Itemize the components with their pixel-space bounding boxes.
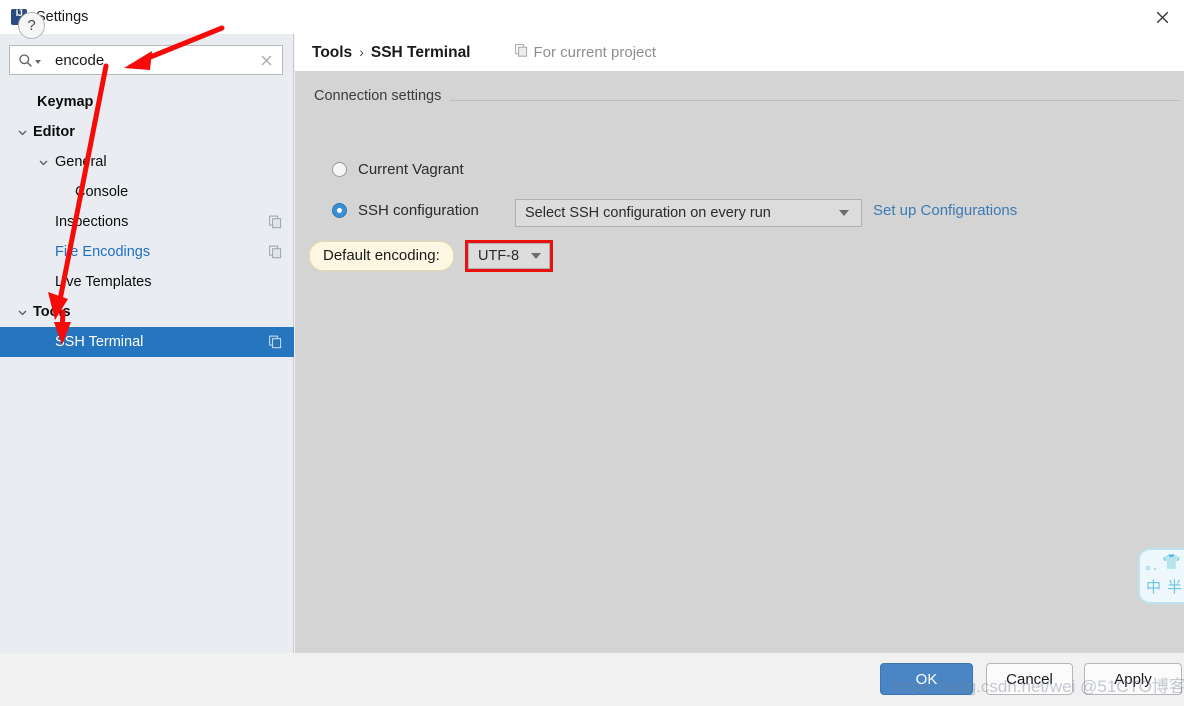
copy-icon[interactable] <box>269 335 282 349</box>
search-filter-caret-icon[interactable] <box>35 60 41 64</box>
ime-shirt-icon[interactable]: 👕 <box>1162 553 1181 571</box>
sidebar-item-label: Editor <box>33 124 75 140</box>
sidebar-item-label: SSH Terminal <box>55 334 144 350</box>
sidebar-item-label: Console <box>75 184 129 200</box>
search-icon <box>18 53 41 68</box>
search-box[interactable] <box>9 45 283 75</box>
default-encoding-dropdown[interactable]: UTF-8 <box>468 243 550 269</box>
copy-icon <box>514 44 528 61</box>
copy-glyph <box>269 215 282 229</box>
sidebar-item-ssh-terminal[interactable]: SSH Terminal <box>0 327 294 357</box>
ssh-configuration-dropdown[interactable]: Select SSH configuration on every run <box>515 199 862 227</box>
chevron-down-icon[interactable] <box>36 155 50 169</box>
radio-label: SSH configuration <box>358 202 479 219</box>
radio-current-vagrant[interactable]: Current Vagrant <box>332 161 464 178</box>
copy-glyph <box>269 335 282 349</box>
sidebar-item-label: General <box>55 154 107 170</box>
close-glyph <box>1156 11 1168 23</box>
sidebar-item-file-encodings[interactable]: File Encodings <box>0 237 294 267</box>
chevron-down-icon <box>531 253 541 259</box>
copy-icon[interactable] <box>269 245 282 259</box>
clear-icon[interactable] <box>254 47 278 73</box>
radio-button-icon[interactable] <box>332 162 347 177</box>
breadcrumb: Tools › SSH Terminal <box>312 44 471 62</box>
ime-char-mode-label[interactable]: 中 <box>1146 576 1161 597</box>
sidebar-item-label: Keymap <box>37 94 94 110</box>
content-header: Tools › SSH Terminal For current project <box>295 34 1184 71</box>
sidebar-item-general[interactable]: General <box>0 147 294 177</box>
ssh-configuration-value: Select SSH configuration on every run <box>525 205 771 221</box>
sidebar-item-console[interactable]: Console <box>0 177 294 207</box>
sidebar-item-inspections[interactable]: Inspections <box>0 207 294 237</box>
chevron-down-icon[interactable] <box>15 125 29 139</box>
ime-dot-small-icon <box>1154 568 1156 570</box>
sidebar-item-label: File Encodings <box>55 244 151 260</box>
radio-button-icon[interactable] <box>332 203 347 218</box>
magnifier-glyph <box>19 53 32 67</box>
breadcrumb-parent[interactable]: Tools <box>312 44 352 61</box>
sidebar-item-editor[interactable]: Editor <box>0 117 294 147</box>
ime-width-mode-label[interactable]: 半 <box>1167 576 1182 597</box>
chevron-glyph <box>18 310 26 315</box>
ime-floating-widget[interactable]: 👕 中 半 <box>1138 548 1184 604</box>
project-scope-label: For current project <box>533 44 657 61</box>
content-panel: Tools › SSH Terminal For current project C… <box>295 34 1184 653</box>
clear-glyph <box>261 55 271 65</box>
settings-dialog: Settings Ke <box>0 0 1184 706</box>
sidebar-item-live-templates[interactable]: Live Templates <box>0 267 294 297</box>
ok-button[interactable]: OK <box>880 663 973 695</box>
search-input[interactable] <box>55 51 254 69</box>
sidebar-item-label: Inspections <box>55 214 129 230</box>
apply-button[interactable]: Apply <box>1084 663 1182 695</box>
chevron-down-icon <box>839 210 849 216</box>
chevron-glyph <box>39 160 47 165</box>
default-encoding-label: Default encoding: <box>309 241 454 271</box>
title-bar: Settings <box>0 0 1184 34</box>
default-encoding-value: UTF-8 <box>478 248 520 264</box>
radio-ssh-configuration[interactable]: SSH configuration <box>332 202 479 219</box>
copy-glyph <box>269 245 282 259</box>
copy-glyph <box>514 44 527 57</box>
project-scope: For current project <box>514 44 657 61</box>
help-button[interactable]: ? <box>18 12 45 39</box>
sidebar-item-tools[interactable]: Tools <box>0 297 294 327</box>
sidebar-item-label: Live Templates <box>55 274 152 290</box>
chevron-glyph <box>18 130 26 135</box>
sidebar-item-label: Tools <box>33 304 71 320</box>
sidebar-item-keymap[interactable]: Keymap <box>0 87 294 117</box>
chevron-down-icon[interactable] <box>15 305 29 319</box>
breadcrumb-current: SSH Terminal <box>370 43 471 61</box>
close-icon[interactable] <box>1140 0 1184 34</box>
radio-label: Current Vagrant <box>358 161 464 178</box>
copy-icon[interactable] <box>269 215 282 229</box>
breadcrumb-separator: › <box>359 43 364 60</box>
set-up-configurations-link[interactable]: Set up Configurations <box>873 202 1017 219</box>
sidebar: Keymap Editor General Con <box>0 34 294 653</box>
default-encoding-highlight: UTF-8 <box>465 240 553 272</box>
group-title: Connection settings <box>314 88 451 104</box>
cancel-button[interactable]: Cancel <box>986 663 1073 695</box>
settings-tree: Keymap Editor General Console Inspection… <box>0 87 294 357</box>
ime-dot-icon <box>1146 566 1150 570</box>
